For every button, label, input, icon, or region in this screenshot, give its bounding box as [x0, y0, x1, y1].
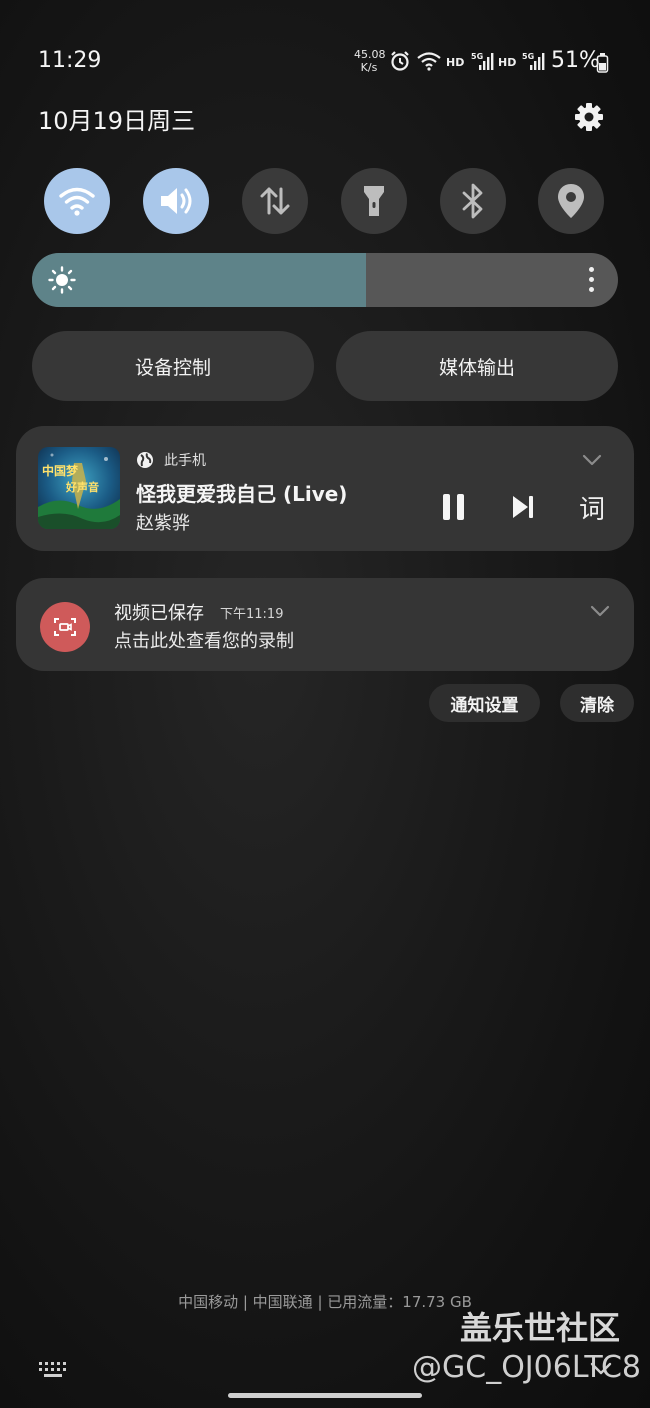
battery-icon	[596, 53, 609, 73]
location-toggle[interactable]	[538, 168, 604, 234]
media-output-button[interactable]: 媒体输出	[336, 331, 618, 401]
skip-next-icon[interactable]	[511, 494, 535, 520]
lyrics-button[interactable]: 词	[579, 489, 605, 526]
pause-icon[interactable]	[440, 492, 468, 522]
chevron-down-icon[interactable]	[590, 605, 610, 617]
chevron-down-icon[interactable]	[582, 454, 602, 466]
song-artist: 赵紫骅	[136, 513, 190, 534]
brightness-more-icon[interactable]	[588, 267, 594, 293]
chevron-down-icon[interactable]	[590, 1362, 612, 1376]
bluetooth-icon	[462, 183, 483, 219]
video-saved-notification[interactable]: 视频已保存 下午11:19 点击此处查看您的录制	[16, 578, 634, 671]
brightness-slider[interactable]	[32, 253, 618, 307]
sound-toggle[interactable]	[143, 168, 209, 234]
wifi-icon	[59, 187, 95, 216]
battery-percent: 51%	[551, 48, 600, 73]
sun-icon	[48, 266, 76, 294]
hd-badge: HD	[498, 56, 517, 69]
notification-settings-button[interactable]: 通知设置	[429, 684, 540, 722]
album-title-line1: 中国梦	[42, 463, 79, 478]
network-speed-value: 45.08	[354, 48, 386, 61]
date-label: 10月19日周三	[38, 107, 196, 135]
data-arrows-icon	[260, 187, 290, 215]
notification-body: 点击此处查看您的录制	[114, 631, 294, 652]
wifi-toggle[interactable]	[44, 168, 110, 234]
keyboard-icon[interactable]	[38, 1360, 70, 1380]
flashlight-toggle[interactable]	[341, 168, 407, 234]
location-icon	[558, 184, 584, 218]
brightness-fill	[32, 253, 367, 307]
wifi-status-icon	[417, 52, 441, 71]
home-indicator[interactable]	[228, 1393, 422, 1398]
album-art[interactable]: 中国梦 好声音	[38, 447, 120, 529]
globe-icon	[137, 452, 153, 468]
notification-time: 下午11:19	[220, 607, 284, 622]
network-speed-unit: K/s	[360, 61, 378, 74]
song-title: 怪我更爱我自己 (Live)	[136, 482, 348, 506]
mobile-data-toggle[interactable]	[242, 168, 308, 234]
device-control-button[interactable]: 设备控制	[32, 331, 314, 401]
network-speed: 45.08 K/s	[354, 48, 386, 74]
signal-icon	[479, 53, 494, 70]
signal-icon	[530, 53, 545, 70]
media-device-label: 此手机	[164, 453, 206, 469]
screen-record-icon	[40, 602, 90, 652]
status-time: 11:29	[38, 48, 102, 73]
hd-badge: HD	[446, 56, 465, 69]
album-title-line2: 好声音	[65, 480, 99, 494]
sound-icon	[161, 188, 192, 214]
bluetooth-toggle[interactable]	[440, 168, 506, 234]
settings-gear-icon[interactable]	[572, 100, 606, 134]
flashlight-icon	[364, 186, 384, 216]
watermark-site: 盖乐世社区	[460, 1309, 621, 1347]
alarm-icon	[391, 51, 409, 71]
notification-title: 视频已保存	[114, 603, 204, 624]
media-player-card[interactable]: 中国梦 好声音 此手机 怪我更爱我自己 (Live) 赵紫骅 词	[16, 426, 634, 551]
clear-notifications-button[interactable]: 清除	[560, 684, 634, 722]
